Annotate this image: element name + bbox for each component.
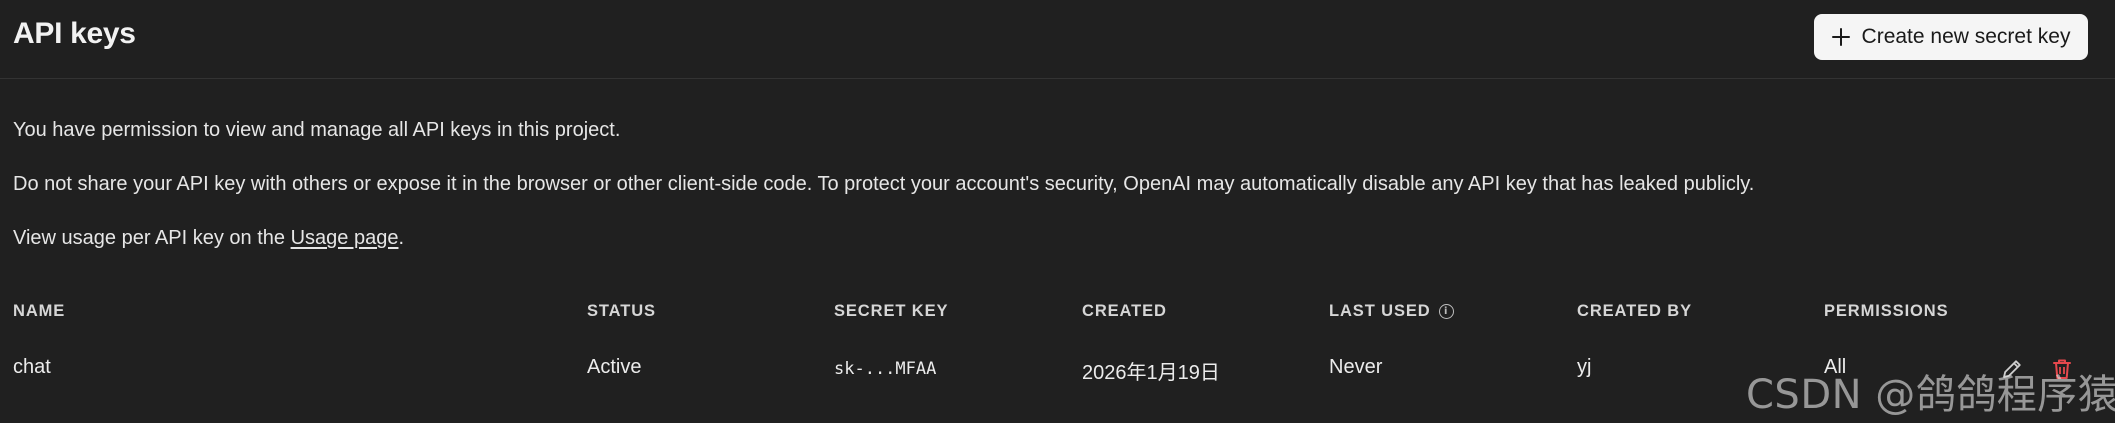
usage-note: View usage per API key on the Usage page… [13,227,404,250]
page-header: API keys Create new secret key [0,0,2115,79]
api-keys-page: API keys Create new secret key You have … [0,0,2115,423]
last-used-label: LAST USED [1329,302,1431,320]
column-header-status: STATUS [587,302,656,320]
security-warning-text: Do not share your API key with others or… [13,173,1755,195]
permission-text: You have permission to view and manage a… [13,119,621,141]
created-date: 2026年1月19日 [1082,362,1220,384]
usage-page-link[interactable]: Usage page [291,227,399,249]
create-button-label: Create new secret key [1861,25,2071,48]
column-header-created-by: CREATED BY [1577,302,1693,320]
column-header-permissions: PERMISSIONS [1824,302,1949,320]
watermark: CSDN @鸽鸽程序猿 [1746,372,2115,418]
column-header-name: NAME [13,302,66,320]
plus-icon [1831,28,1850,46]
column-header-secret-key: SECRET KEY [834,302,949,320]
column-header-created: CREATED [1082,302,1167,320]
create-new-secret-key-button[interactable]: Create new secret key [1814,14,2088,60]
secret-key-value: sk-...MFAA [834,359,937,379]
created-by-value: yj [1577,356,1592,378]
key-name: chat [13,356,51,378]
usage-prefix: View usage per API key on the [13,227,291,249]
last-used-value: Never [1329,356,1383,378]
column-header-last-used: LAST USED i [1329,302,1454,321]
page-title: API keys [13,17,136,50]
key-status: Active [587,356,642,378]
info-icon[interactable]: i [1438,304,1454,319]
usage-suffix: . [398,227,405,249]
